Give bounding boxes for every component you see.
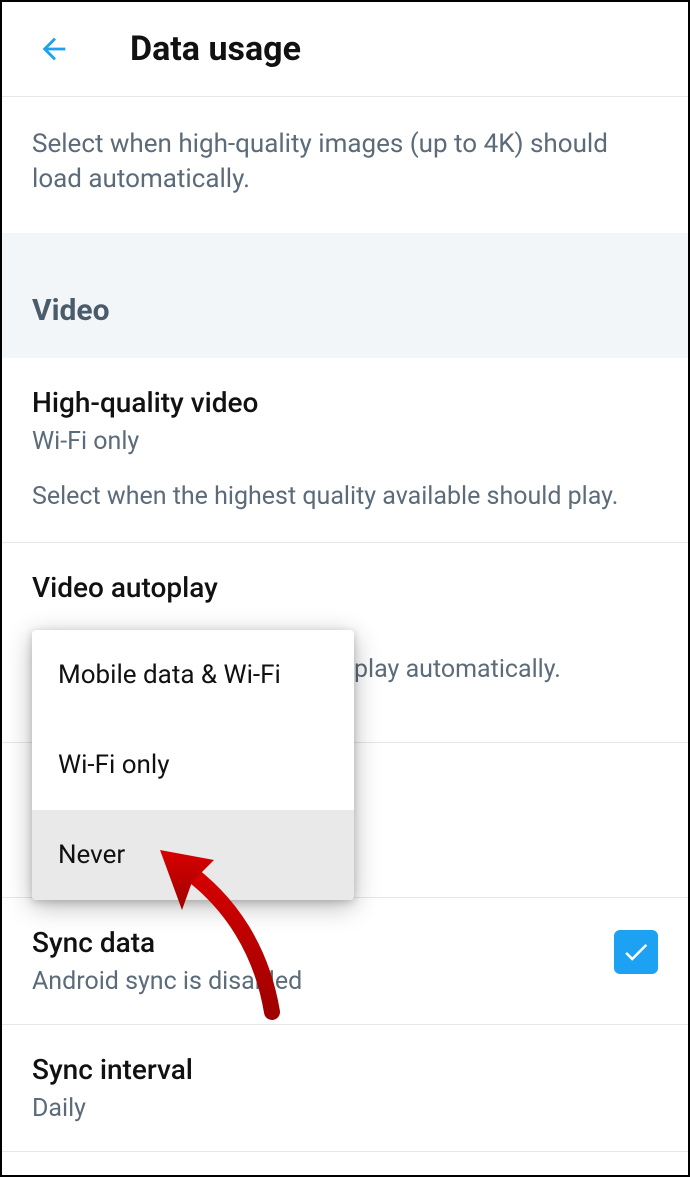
back-button[interactable] (34, 29, 74, 69)
hq-video-subtitle: Wi-Fi only (32, 427, 658, 456)
page-title: Data usage (130, 29, 301, 69)
hq-video-title: High-quality video (32, 386, 658, 419)
sync-interval-title: Sync interval (32, 1053, 658, 1086)
video-section-header: Video (2, 233, 688, 358)
images-description: Select when high-quality images (up to 4… (32, 127, 658, 197)
sync-interval-row[interactable]: Sync interval Daily (2, 1025, 688, 1152)
autoplay-options-menu: Mobile data & Wi-Fi Wi-Fi only Never (32, 630, 354, 900)
header: Data usage (2, 2, 688, 97)
arrow-left-icon (37, 32, 71, 66)
menu-option-never[interactable]: Never (32, 810, 354, 900)
menu-option-wifi-only[interactable]: Wi-Fi only (32, 720, 354, 810)
sync-interval-subtitle: Daily (32, 1094, 658, 1123)
menu-option-mobile-wifi[interactable]: Mobile data & Wi-Fi (32, 630, 354, 720)
checkmark-icon (621, 937, 651, 967)
high-quality-video-row[interactable]: High-quality video Wi-Fi only Select whe… (2, 358, 688, 543)
sync-data-title: Sync data (32, 926, 302, 959)
images-description-block: Select when high-quality images (up to 4… (2, 97, 688, 233)
autoplay-title: Video autoplay (32, 571, 658, 604)
autoplay-description-partial: play automatically. (354, 653, 561, 687)
sync-data-row[interactable]: Sync data Android sync is disabled (2, 898, 688, 1025)
sync-data-checkbox[interactable] (614, 930, 658, 974)
hq-video-description: Select when the highest quality availabl… (32, 480, 658, 514)
sync-data-subtitle: Android sync is disabled (32, 967, 302, 996)
video-section-title: Video (32, 293, 658, 328)
